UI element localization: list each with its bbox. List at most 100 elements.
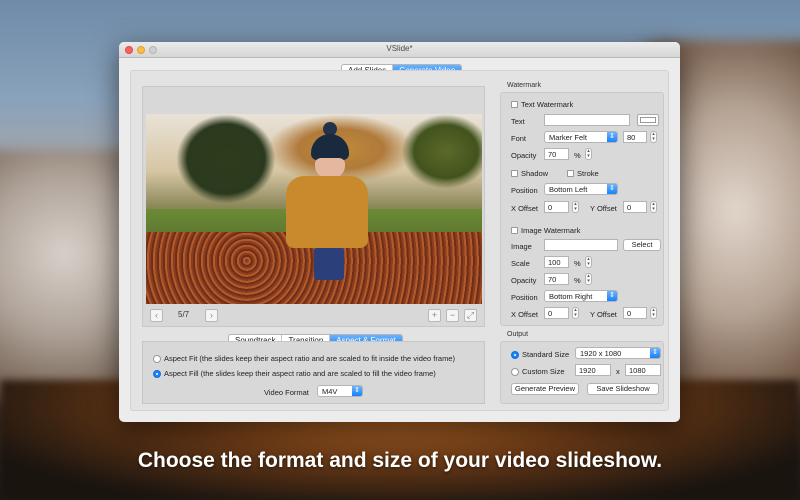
plus-icon: + [431,310,438,320]
font-select[interactable]: Marker Felt ⇕ [544,131,618,143]
custom-size-option[interactable]: Custom Size [511,367,565,376]
app-window: VSlide* Add Slides Generate Video ‹ 5/7 … [119,42,680,422]
video-format-label: Video Format [264,388,309,397]
position-select[interactable]: Bottom Left ⇕ [544,183,618,195]
opacity-percent: % [574,151,581,160]
y-offset-label: Y Offset [590,204,617,213]
popup-arrow-icon: ⇕ [352,386,362,396]
main-content: ‹ 5/7 › + − ⤢ Soundtrack Transition Aspe… [130,70,669,411]
x-offset-label: X Offset [511,204,538,213]
opacity-stepper[interactable]: ▴ ▾ [585,148,592,160]
image-y-offset-stepper[interactable]: ▴ ▾ [650,307,657,319]
select-image-button[interactable]: Select [623,239,661,251]
marketing-caption: Choose the format and size of your video… [137,449,663,472]
scale-percent: % [574,259,581,268]
opacity-label: Opacity [511,151,537,160]
shadow-box[interactable] [511,170,518,177]
custom-width-input[interactable]: 1920 [575,364,611,376]
watermark-section-title: Watermark [507,82,541,89]
video-format-value: M4V [322,387,338,396]
zoom-in-button[interactable]: + [428,309,441,322]
video-format-select[interactable]: M4V ⇕ [317,385,363,397]
x-offset-input[interactable]: 0 [544,201,569,213]
standard-size-label: Standard Size [522,350,570,359]
preview-panel: ‹ 5/7 › + − ⤢ [142,86,485,327]
scale-label: Scale [511,259,530,268]
popup-arrow-icon: ⇕ [607,184,617,194]
y-offset-input[interactable]: 0 [623,201,647,213]
image-watermark-checkbox[interactable]: Image Watermark [511,226,580,235]
image-opacity-label: Opacity [511,276,537,285]
scale-stepper[interactable]: ▴ ▾ [585,256,592,268]
position-label: Position [511,186,538,195]
standard-size-value: 1920 x 1080 [580,349,622,358]
standard-size-select[interactable]: 1920 x 1080 ⇕ [575,347,661,359]
aspect-format-panel: Aspect Fit (the slides keep their aspect… [142,341,485,404]
minus-icon: − [449,310,456,320]
aspect-fit-label: Aspect Fit (the slides keep their aspect… [164,354,455,363]
slide-preview-image [146,114,482,304]
custom-size-label: Custom Size [522,367,565,376]
previous-slide-button[interactable]: ‹ [150,309,163,322]
text-color-well[interactable] [637,114,659,126]
position-value: Bottom Left [549,185,588,194]
title-bar: VSlide* [119,42,680,58]
shadow-checkbox[interactable]: Shadow [511,169,548,178]
font-value: Marker Felt [549,133,587,142]
image-opacity-percent: % [574,276,581,285]
image-opacity-stepper[interactable]: ▴ ▾ [585,273,592,285]
window-title: VSlide* [386,44,413,53]
text-watermark-box[interactable] [511,101,518,108]
next-slide-button[interactable]: › [205,309,218,322]
expand-icon: ⤢ [466,310,475,320]
text-label: Text [511,117,525,126]
image-path-input[interactable] [544,239,618,251]
image-position-value: Bottom Right [549,292,593,301]
watermark-group: Text Watermark Text Font Marker Felt ⇕ 8… [500,92,664,326]
stroke-box[interactable] [567,170,574,177]
popup-arrow-icon: ⇕ [607,291,617,301]
image-y-offset-input[interactable]: 0 [623,307,647,319]
x-offset-stepper[interactable]: ▴ ▾ [572,201,579,213]
image-label: Image [511,242,532,251]
font-label: Font [511,134,527,143]
image-y-offset-label: Y Offset [590,310,617,319]
image-watermark-box[interactable] [511,227,518,234]
aspect-fill-radio[interactable] [153,369,161,378]
standard-size-radio[interactable] [511,350,519,359]
custom-height-input[interactable]: 1080 [625,364,661,376]
image-opacity-input[interactable]: 70 [544,273,569,285]
slide-page-indicator: 5/7 [178,310,190,319]
aspect-fill-label: Aspect Fill (the slides keep their aspec… [164,369,436,378]
chevron-left-icon: ‹ [155,310,158,320]
aspect-fit-radio[interactable] [153,354,161,363]
opacity-input[interactable]: 70 [544,148,569,160]
font-size-stepper[interactable]: ▴ ▾ [650,131,657,143]
image-x-offset-input[interactable]: 0 [544,307,569,319]
shadow-label: Shadow [521,169,549,178]
text-watermark-label: Text Watermark [521,100,574,109]
image-x-offset-stepper[interactable]: ▴ ▾ [572,307,579,319]
standard-size-option[interactable]: Standard Size [511,350,569,359]
stroke-checkbox[interactable]: Stroke [567,169,599,178]
font-size-input[interactable]: 80 [623,131,647,143]
aspect-fill-option[interactable]: Aspect Fill (the slides keep their aspec… [153,369,436,378]
fullscreen-button[interactable]: ⤢ [464,309,477,322]
save-slideshow-button[interactable]: Save Slideshow [587,383,659,395]
aspect-fit-option[interactable]: Aspect Fit (the slides keep their aspect… [153,354,455,363]
image-x-offset-label: X Offset [511,310,538,319]
y-offset-stepper[interactable]: ▴ ▾ [650,201,657,213]
watermark-text-input[interactable] [544,114,630,126]
chevron-right-icon: › [210,310,213,320]
image-watermark-label: Image Watermark [521,226,581,235]
output-group: Standard Size 1920 x 1080 ⇕ Custom Size … [500,341,664,404]
popup-arrow-icon: ⇕ [607,132,617,142]
popup-arrow-icon: ⇕ [650,348,660,358]
custom-size-radio[interactable] [511,367,519,376]
image-position-select[interactable]: Bottom Right ⇕ [544,290,618,302]
text-watermark-checkbox[interactable]: Text Watermark [511,100,573,109]
zoom-out-button[interactable]: − [446,309,459,322]
scale-input[interactable]: 100 [544,256,569,268]
generate-preview-button[interactable]: Generate Preview [511,383,579,395]
image-position-label: Position [511,293,538,302]
